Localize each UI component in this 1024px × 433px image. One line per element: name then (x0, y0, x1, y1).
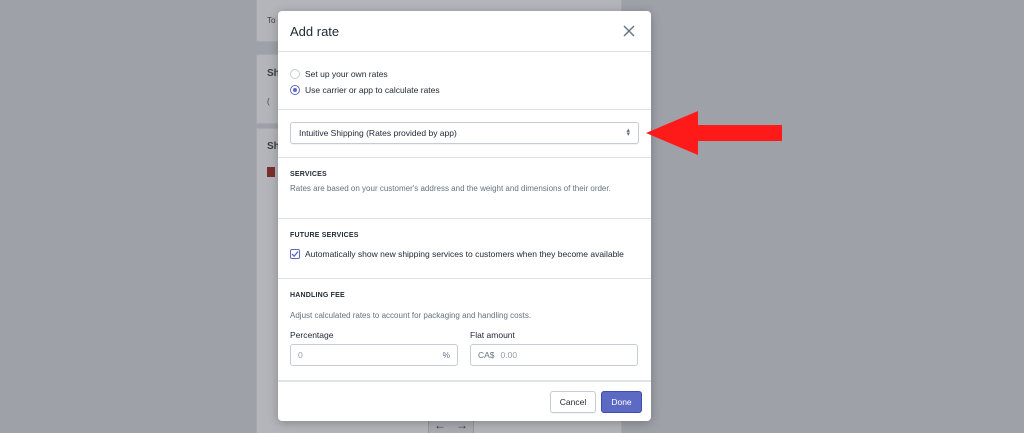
percentage-field-group: Percentage 0 % (290, 330, 458, 366)
checkmark-icon (291, 251, 299, 258)
radio-button-selected[interactable] (290, 85, 300, 95)
radio-carrier-rates[interactable]: Use carrier or app to calculate rates (290, 82, 639, 98)
percent-suffix: % (442, 350, 450, 360)
select-arrows-icon: ▴ ▾ (626, 127, 630, 138)
services-section: SERVICES Rates are based on your custome… (278, 158, 651, 219)
rate-type-section: Set up your own rates Use carrier or app… (278, 52, 651, 110)
close-button[interactable] (619, 21, 639, 41)
annotation-arrow-icon (646, 111, 782, 155)
flat-amount-input[interactable]: CA$ 0.00 (470, 344, 638, 366)
percentage-placeholder: 0 (298, 350, 303, 360)
cancel-button[interactable]: Cancel (550, 390, 596, 413)
radio-label: Use carrier or app to calculate rates (305, 85, 440, 95)
checkbox-label: Automatically show new shipping services… (305, 249, 624, 259)
carrier-select-section: Intuitive Shipping (Rates provided by ap… (278, 110, 651, 158)
services-description: Rates are based on your customer's addre… (290, 184, 611, 193)
auto-show-services-option[interactable]: Automatically show new shipping services… (290, 249, 639, 259)
carrier-select-value: Intuitive Shipping (Rates provided by ap… (299, 128, 457, 138)
flag-icon (267, 167, 275, 177)
background-card-text: To (267, 16, 276, 25)
percentage-label: Percentage (290, 330, 334, 340)
currency-prefix: CA$ (478, 350, 495, 360)
handling-fee-heading: HANDLING FEE (290, 292, 345, 299)
flat-amount-label: Flat amount (470, 330, 515, 340)
handling-fee-fields: Percentage 0 % Flat amount CA$ 0.00 (290, 330, 639, 366)
handling-fee-section: HANDLING FEE Adjust calculated rates to … (278, 279, 651, 381)
carrier-select[interactable]: Intuitive Shipping (Rates provided by ap… (290, 122, 639, 144)
services-heading: SERVICES (290, 171, 327, 178)
background-card-sub: ( (267, 97, 270, 106)
modal-header: Add rate (278, 11, 651, 52)
radio-label: Set up your own rates (305, 69, 388, 79)
modal-footer: Cancel Done (278, 381, 651, 421)
checkbox-checked[interactable] (290, 249, 300, 259)
close-icon (623, 25, 635, 37)
add-rate-modal: Add rate Set up your own rates Use carri… (278, 11, 651, 421)
future-services-heading: FUTURE SERVICES (290, 232, 359, 239)
modal-title: Add rate (290, 23, 340, 39)
flat-amount-field-group: Flat amount CA$ 0.00 (470, 330, 638, 366)
percentage-input[interactable]: 0 % (290, 344, 458, 366)
radio-own-rates[interactable]: Set up your own rates (290, 66, 639, 82)
radio-button[interactable] (290, 69, 300, 79)
handling-fee-description: Adjust calculated rates to account for p… (290, 311, 532, 320)
future-services-section: FUTURE SERVICES Automatically show new s… (278, 219, 651, 279)
flat-amount-placeholder: 0.00 (500, 350, 518, 360)
done-button[interactable]: Done (601, 390, 642, 413)
